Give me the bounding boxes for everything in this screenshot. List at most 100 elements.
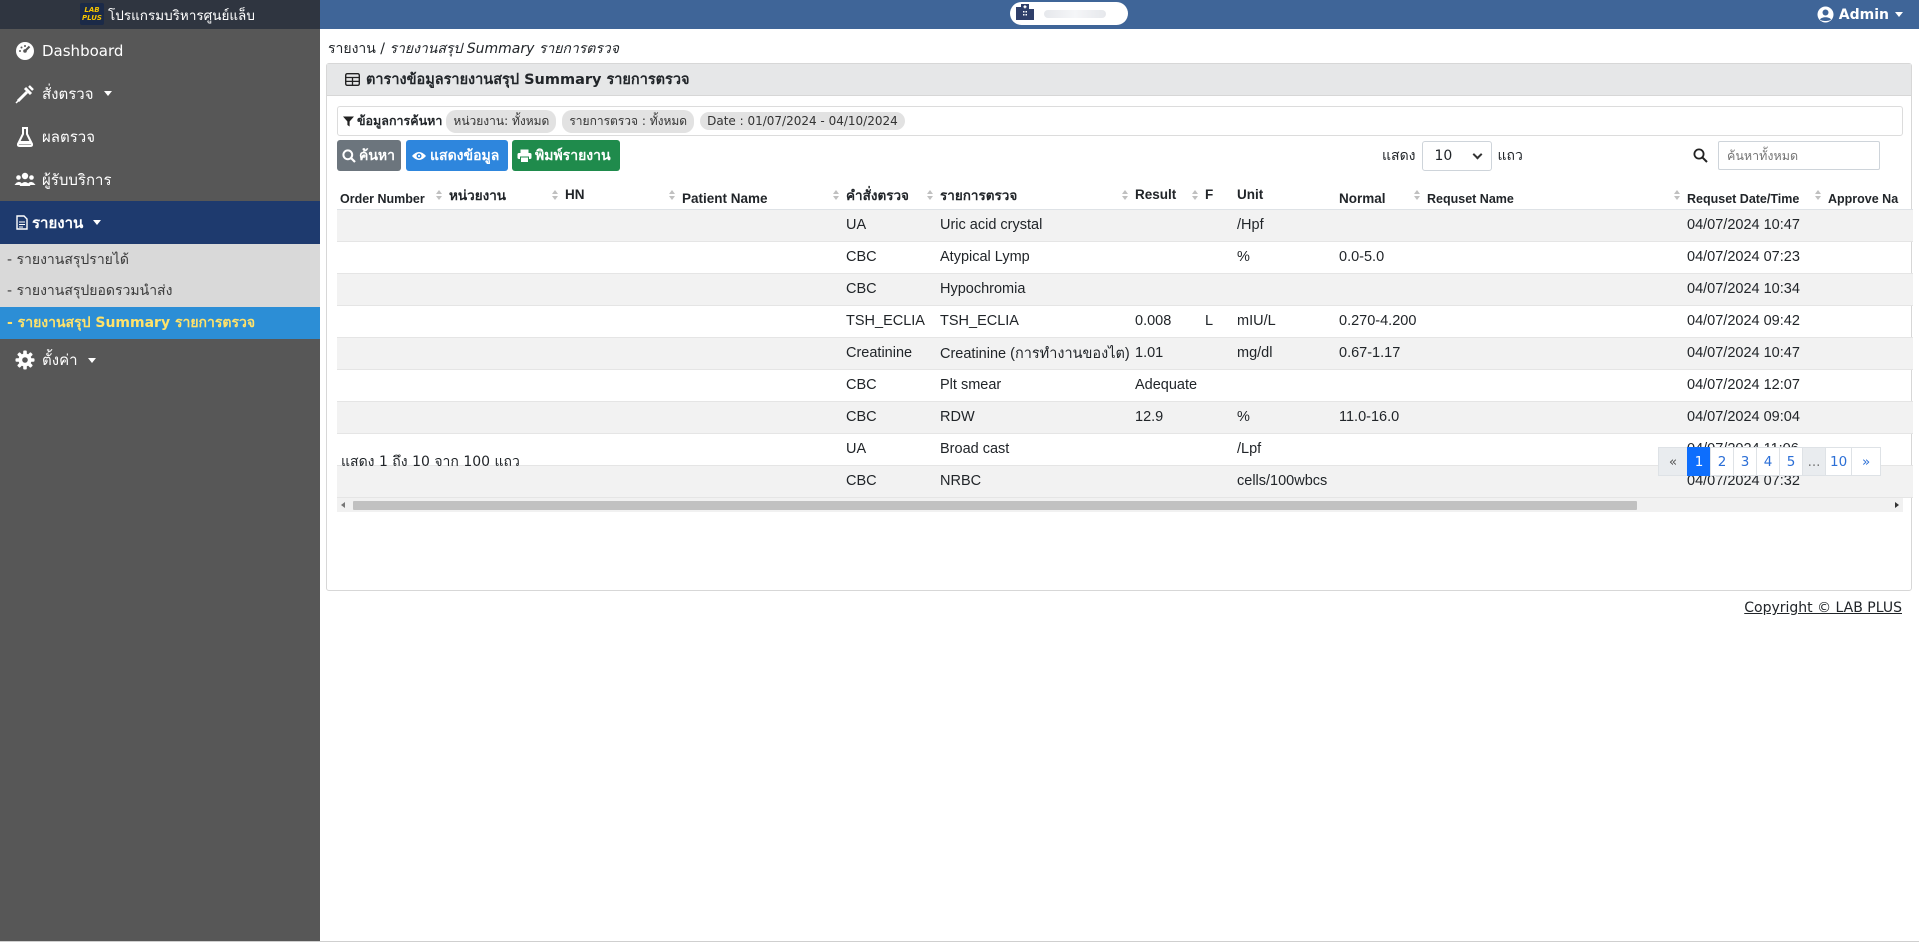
pagination-page[interactable]: 2 <box>1710 447 1734 476</box>
breadcrumb-current: รายงานสรุป Summary รายการตรวจ <box>389 41 619 57</box>
column-header[interactable]: Order Number <box>337 176 446 210</box>
print-report-button[interactable]: พิมพ์รายงาน <box>512 140 620 171</box>
column-header[interactable]: Requset Name <box>1424 176 1684 210</box>
table-search <box>1693 141 1880 170</box>
scroll-left-arrow-icon[interactable] <box>341 502 345 508</box>
filter-label: ข้อมูลการค้นหา <box>343 111 442 131</box>
table-cell <box>446 272 562 305</box>
pagination-previous[interactable]: « <box>1658 447 1688 476</box>
user-menu[interactable]: Admin <box>1817 0 1903 29</box>
table-cell <box>337 336 446 369</box>
chevron-down-icon <box>87 357 96 363</box>
table-row[interactable]: CBC Plt smear Adequate 04/07/2024 12:07 <box>337 368 1913 401</box>
table-cell: 04/07/2024 10:47 <box>1684 336 1825 369</box>
column-header[interactable]: Result <box>1132 176 1202 210</box>
table-cell: Adequate <box>1132 368 1202 401</box>
table-cell <box>1234 272 1336 305</box>
table-row[interactable]: UA Uric acid crystal/Hpf 04/07/2024 10:47 <box>337 208 1913 241</box>
table-cell <box>1234 368 1336 401</box>
show-data-button[interactable]: แสดงข้อมูล <box>406 140 508 171</box>
table-cell <box>1202 368 1234 401</box>
pagination-page[interactable]: 1 <box>1687 447 1711 476</box>
table-cell: CBC <box>843 272 937 305</box>
copyright-link[interactable]: Copyright © LAB PLUS <box>1744 600 1902 616</box>
sidebar-subitem-summary[interactable]: - รายงานสรุป Summary รายการตรวจ <box>0 307 320 339</box>
table-cell: 04/07/2024 10:47 <box>1684 208 1825 241</box>
lab-plus-logo: LAB PLUS <box>80 3 104 25</box>
column-header[interactable]: HN <box>562 176 679 210</box>
column-header[interactable]: Unit <box>1234 176 1336 210</box>
column-header[interactable]: คำสั่งตรวจ <box>843 176 937 210</box>
table-icon <box>345 73 360 86</box>
table-cell <box>1202 336 1234 369</box>
table-row[interactable]: CBC RDW 12.9% 11.0-16.0 04/07/2024 09:04 <box>337 400 1913 433</box>
sidebar-subitem-revenue[interactable]: - รายงานสรุปรายได้ <box>0 244 320 276</box>
breadcrumb: รายงาน / รายงานสรุป Summary รายการตรวจ <box>328 38 619 60</box>
horizontal-scrollbar[interactable] <box>337 498 1903 512</box>
column-header[interactable]: รายการตรวจ <box>937 176 1132 210</box>
scrollbar-thumb[interactable] <box>353 501 1637 510</box>
chevron-down-icon <box>1895 12 1903 17</box>
column-header[interactable]: Normal <box>1336 176 1424 210</box>
table-cell: /Lpf <box>1234 432 1336 465</box>
sidebar: Dashboard สั่งตรวจ ผลตรวจ ผู้รับบริการ ร… <box>0 29 320 942</box>
column-header[interactable]: Patient Name <box>679 176 843 210</box>
table-cell <box>1825 208 1913 241</box>
table-cell <box>562 368 679 401</box>
scroll-right-arrow-icon[interactable] <box>1895 502 1899 508</box>
pagination-next[interactable]: » <box>1851 447 1882 476</box>
table-row[interactable]: Creatinine Creatinine (การทำงานของไต) 1.01… <box>337 336 1913 369</box>
table-cell <box>679 304 843 337</box>
gear-icon <box>14 349 36 371</box>
sidebar-item-settings[interactable]: ตั้งค่า <box>0 339 320 382</box>
table-cell <box>562 464 679 497</box>
sidebar-item-label: สั่งตรวจ <box>42 84 94 103</box>
print-icon <box>517 149 532 163</box>
sidebar-subitem-delivery-total[interactable]: - รายงานสรุปยอดรวมนำส่ง <box>0 276 320 308</box>
sidebar-item-dashboard[interactable]: Dashboard <box>0 29 320 72</box>
summary-report-card: ตารางข้อมูลรายงานสรุป Summary รายการตรวจ… <box>326 63 1913 591</box>
table-row[interactable]: CBC Atypical Lymp% 0.0-5.0 04/07/2024 07:23 <box>337 240 1913 273</box>
table-cell: 1.01 <box>1132 336 1202 369</box>
table-cell <box>562 240 679 273</box>
flask-icon <box>14 126 36 148</box>
search-input[interactable] <box>1718 141 1880 170</box>
table-row[interactable]: TSH_ECLIA TSH_ECLIA 0.008 LmIU/L 0.270-4.200… <box>337 304 1913 337</box>
user-circle-icon <box>1817 6 1834 23</box>
table-cell: TSH_ECLIA <box>937 304 1132 337</box>
column-header[interactable]: F <box>1202 176 1234 210</box>
sidebar-item-order[interactable]: สั่งตรวจ <box>0 72 320 115</box>
table-cell <box>1424 304 1684 337</box>
column-header[interactable]: Approve Na <box>1825 176 1913 210</box>
pagination-page[interactable]: 3 <box>1733 447 1757 476</box>
table-cell <box>1202 240 1234 273</box>
breadcrumb-root[interactable]: รายงาน / <box>328 41 385 57</box>
sidebar-item-patients[interactable]: ผู้รับบริการ <box>0 158 320 201</box>
table-cell <box>562 400 679 433</box>
table-cell <box>679 240 843 273</box>
page-length-prefix: แสดง <box>1382 148 1416 164</box>
search-button[interactable]: ค้นหา <box>337 140 401 171</box>
brand[interactable]: LAB PLUS โปรแกรมบริหารศูนย์แล็บ <box>0 0 320 29</box>
table-cell: Hypochromia <box>937 272 1132 305</box>
table-cell: 04/07/2024 07:23 <box>1684 240 1825 273</box>
page-length-select[interactable]: 10 <box>1421 141 1492 171</box>
table-cell: 11.0-16.0 <box>1336 400 1424 433</box>
column-header[interactable]: หน่วยงาน <box>446 176 562 210</box>
reports-submenu: - รายงานสรุปรายได้ - รายงานสรุปยอดรวมนำส… <box>0 244 320 339</box>
table-cell <box>1825 400 1913 433</box>
column-header[interactable]: Requset Date/Time <box>1684 176 1825 210</box>
table-cell: Plt smear <box>937 368 1132 401</box>
pagination-page[interactable]: 5 <box>1779 447 1803 476</box>
sidebar-item-results[interactable]: ผลตรวจ <box>0 115 320 158</box>
app-title: โปรแกรมบริหารศูนย์แล็บ <box>108 7 255 24</box>
pagination-page[interactable]: 10 <box>1825 447 1853 476</box>
pagination-page[interactable]: 4 <box>1756 447 1780 476</box>
filter-icon <box>343 116 354 127</box>
table-row[interactable]: CBC Hypochromia 04/07/2024 10:34 <box>337 272 1913 305</box>
organization-pill <box>1010 2 1128 25</box>
card-header: ตารางข้อมูลรายงานสรุป Summary รายการตรวจ <box>327 64 1911 96</box>
eye-icon <box>411 150 427 162</box>
sidebar-item-reports[interactable]: รายงาน <box>0 201 320 244</box>
page-length: แสดง 10 แถว <box>1382 141 1523 171</box>
